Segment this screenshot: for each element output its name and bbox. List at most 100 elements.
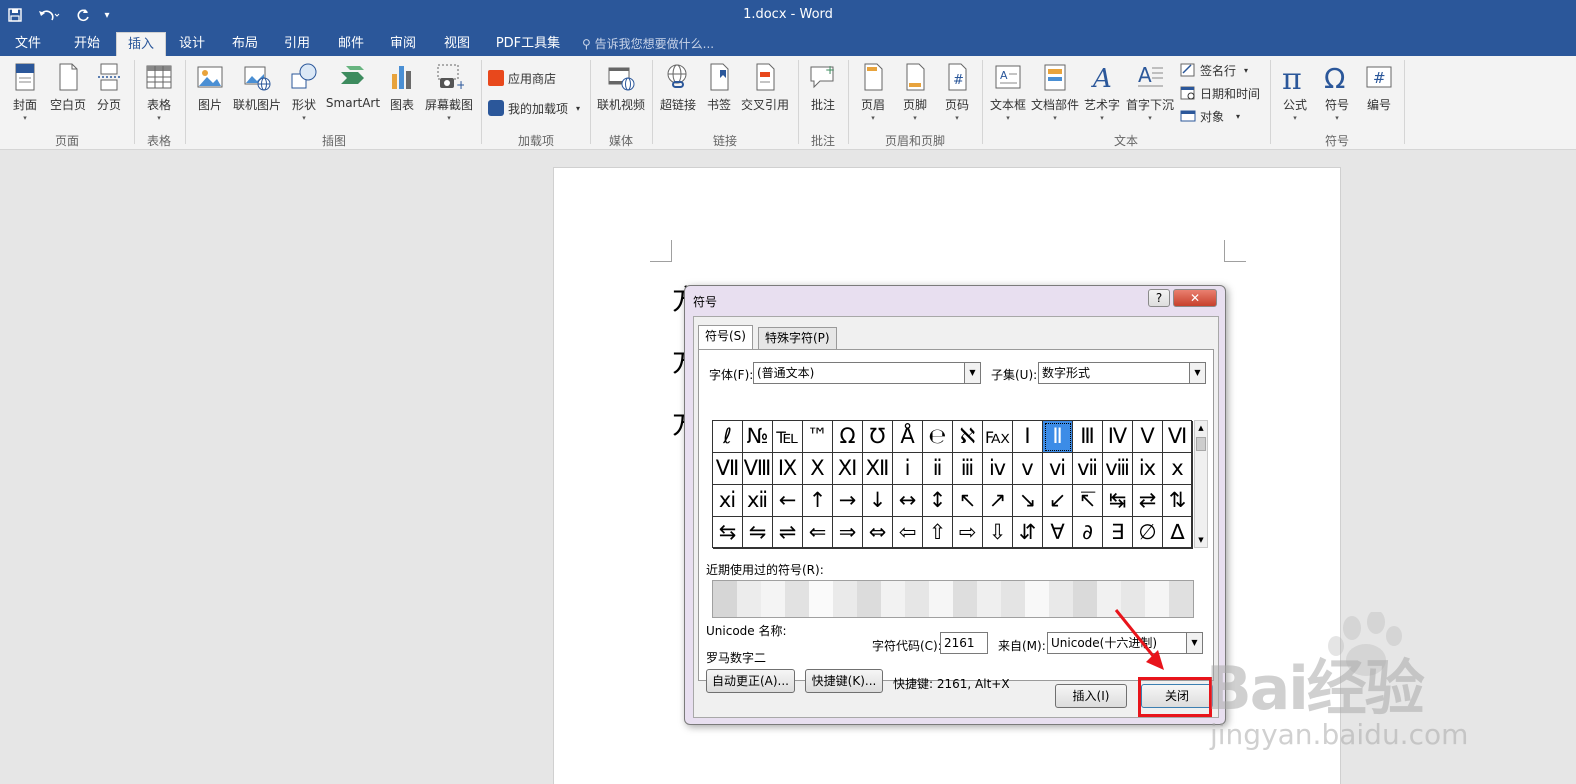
symbol-cell[interactable]: ⇔ [863,517,893,549]
symbol-cell[interactable]: ↖ [953,485,983,517]
scrollbar-thumb[interactable] [1196,437,1206,451]
symbol-cell[interactable]: Ⅳ [1103,421,1133,453]
tab-references[interactable]: 引用 [274,32,320,56]
symbol-cell[interactable]: Ⅷ [743,453,773,485]
symbol-cell[interactable]: ⇐ [803,517,833,549]
symbol-cell[interactable]: ℧ [863,421,893,453]
recent-symbol-cell[interactable] [881,581,905,617]
scroll-down-icon[interactable]: ▼ [1195,533,1207,547]
symbol-button[interactable]: Ω 符号 ▾ [1318,60,1356,130]
recent-symbol-cell[interactable] [737,581,761,617]
chart-button[interactable]: 图表 [384,60,420,130]
symbol-cell[interactable]: ⇅ [1163,485,1193,517]
symbol-cell[interactable]: ⅷ [1103,453,1133,485]
symbol-cell[interactable]: ∆ [1163,517,1193,549]
symbol-cell[interactable]: ⇋ [743,517,773,549]
symbol-cell[interactable]: ← [773,485,803,517]
tab-mailings[interactable]: 邮件 [328,32,374,56]
symbol-cell[interactable]: ↙ [1043,485,1073,517]
page-number-button[interactable]: # 页码 ▾ [938,60,976,130]
symbol-cell[interactable]: Ⅸ [773,453,803,485]
symbol-cell[interactable]: ↑ [803,485,833,517]
symbol-cell[interactable]: ∅ [1133,517,1163,549]
cross-reference-button[interactable]: 交叉引用 [738,60,792,130]
close-icon[interactable]: ✕ [1173,289,1217,307]
symbol-cell[interactable]: Å [893,421,923,453]
shapes-button[interactable]: 形状 ▾ [286,60,322,130]
blank-page-button[interactable]: 空白页 [48,60,88,130]
symbol-cell[interactable]: ⅱ [923,453,953,485]
symbol-cell[interactable]: ⇄ [1133,485,1163,517]
quick-parts-button[interactable]: 文档部件 ▾ [1030,60,1080,130]
symbol-cell[interactable]: ⅸ [1133,453,1163,485]
picture-button[interactable]: 图片 [192,60,228,130]
symbol-cell[interactable]: Ⅱ [1043,421,1073,453]
symbol-cell[interactable]: ⅰ [893,453,923,485]
recent-symbol-cell[interactable] [1049,581,1073,617]
recent-symbol-cell[interactable] [905,581,929,617]
help-button[interactable]: ? [1148,289,1170,307]
symbol-cell[interactable]: ↹ [1103,485,1133,517]
app-store-button[interactable]: 应用商店 [488,68,556,88]
symbol-cell[interactable]: ℮ [923,421,953,453]
symbol-cell[interactable]: Ⅶ [713,453,743,485]
symbol-cell[interactable]: ⅵ [1043,453,1073,485]
bookmark-button[interactable]: 书签 [702,60,736,130]
scroll-up-icon[interactable]: ▲ [1195,421,1207,435]
tab-symbols[interactable]: 符号(S) [698,325,753,349]
symbol-cell[interactable]: Ⅺ [833,453,863,485]
symbol-cell[interactable]: ⅻ [743,485,773,517]
shortcut-key-button[interactable]: 快捷键(K)... [805,669,883,693]
online-video-button[interactable]: 联机视频 [596,60,646,130]
symbol-cell[interactable]: ℡ [773,421,803,453]
char-code-input[interactable]: 2161 [940,632,988,654]
symbol-cell[interactable]: ⅳ [983,453,1013,485]
tab-pdf-tools[interactable]: PDF工具集 [488,32,568,56]
symbol-cell[interactable]: ⅶ [1073,453,1103,485]
symbol-cell[interactable]: ↕ [923,485,953,517]
tab-view[interactable]: 视图 [434,32,480,56]
symbol-cell[interactable]: Ⅻ [863,453,893,485]
date-time-button[interactable]: 日期和时间 [1180,83,1260,103]
number-button[interactable]: # 编号 [1360,60,1398,130]
symbol-cell[interactable]: ⅹ [1163,453,1193,485]
recent-symbol-cell[interactable] [1001,581,1025,617]
symbol-cell[interactable]: Ⅰ [1013,421,1043,453]
new-comment-button[interactable]: + 批注 [804,60,842,130]
symbol-cell[interactable]: ⇵ [1013,517,1043,549]
recent-symbol-cell[interactable] [857,581,881,617]
symbol-cell[interactable]: ⇒ [833,517,863,549]
online-picture-button[interactable]: 联机图片 [230,60,284,130]
tab-home[interactable]: 开始 [64,32,110,56]
symbol-cell[interactable]: ℻ [983,421,1013,453]
symbol-cell[interactable]: ∀ [1043,517,1073,549]
tab-design[interactable]: 设计 [170,32,214,56]
autocorrect-button[interactable]: 自动更正(A)... [706,669,795,693]
symbol-grid[interactable]: ℓ № ℡ ™ Ω ℧ Å ℮ ℵ ℻ Ⅰ Ⅱ Ⅲ Ⅳ Ⅴ Ⅵ Ⅶ Ⅷ Ⅸ Ⅹ Ⅺ Ⅻⅰ ⅱ ⅲ ⅳ ⅴ ⅵ ⅶ ⅷ ⅸ ⅹ ⅺ ⅻ ← ↑ → ↓ ↔ ↕… [712,420,1193,549]
symbol-grid-scrollbar[interactable]: ▲ ▼ [1194,420,1208,548]
symbol-cell[interactable]: ↓ [863,485,893,517]
symbol-cell[interactable]: ∂ [1073,517,1103,549]
subset-select[interactable]: 数字形式 ▼ [1038,362,1206,384]
recent-symbol-cell[interactable] [713,581,737,617]
recent-symbol-cell[interactable] [1169,581,1193,617]
tab-review[interactable]: 审阅 [380,32,426,56]
recent-symbol-cell[interactable] [809,581,833,617]
recent-symbol-cell[interactable] [929,581,953,617]
symbol-cell[interactable]: ↸ [1073,485,1103,517]
symbol-cell[interactable]: ™ [803,421,833,453]
recent-symbol-cell[interactable] [761,581,785,617]
hyperlink-button[interactable]: 超链接 [658,60,698,130]
symbol-cell[interactable]: ↗ [983,485,1013,517]
object-button[interactable]: 对象 ▾ [1180,106,1240,126]
symbol-cell[interactable]: Ⅲ [1073,421,1103,453]
insert-button[interactable]: 插入(I) [1055,684,1127,708]
symbol-cell[interactable]: Ⅵ [1163,421,1193,453]
symbol-cell[interactable]: ∃ [1103,517,1133,549]
symbol-cell[interactable]: Ⅹ [803,453,833,485]
header-button[interactable]: 页眉 ▾ [854,60,892,130]
symbol-cell[interactable]: ↔ [893,485,923,517]
symbol-cell[interactable]: ⇨ [953,517,983,549]
wordart-button[interactable]: A 艺术字 ▾ [1082,60,1122,130]
tab-special-characters[interactable]: 特殊字符(P) [758,327,837,349]
